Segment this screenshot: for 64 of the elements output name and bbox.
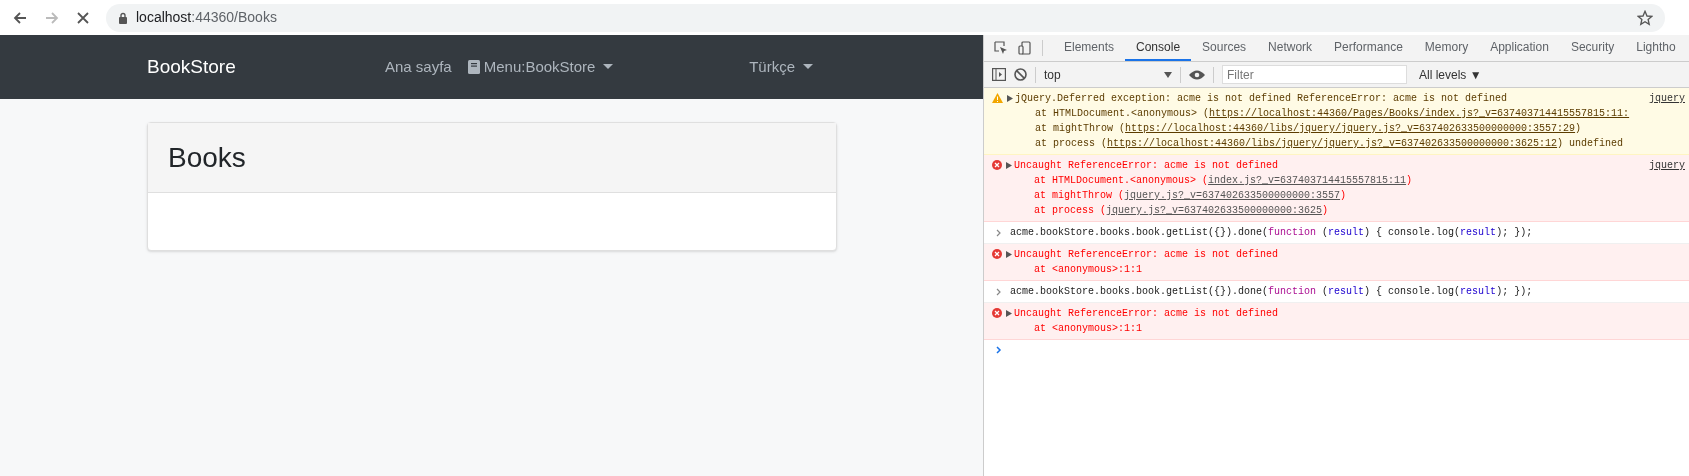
source-link[interactable]: jquery — [1649, 158, 1685, 173]
devtools-tab[interactable]: Lightho — [1625, 35, 1687, 61]
eye-icon[interactable] — [1189, 69, 1205, 80]
stack-line: at mightThrow (https://localhost:44360/libs/jquery/jquery.js?_v=637402633500000000:3557:29) — [1034, 122, 1583, 136]
levels-dropdown[interactable]: All levels ▼ — [1419, 65, 1482, 84]
error-icon — [992, 160, 1002, 170]
stop-icon[interactable] — [76, 10, 90, 25]
stack-line: at process (jquery.js?_v=637402633500000000:3625) — [1033, 204, 1330, 218]
command-text: acme.bookStore.books.book.getList({}).done(function (result) { console.log(result); }); — [1010, 226, 1533, 240]
stack-line: at <anonymous>:1:1 — [1033, 322, 1144, 336]
message-text: Uncaught ReferenceError: acme is not defined — [1014, 159, 1279, 173]
filter-field[interactable]: Filter — [1222, 65, 1407, 84]
nav-link[interactable]: Ana sayfa — [385, 55, 452, 79]
message-text: jQuery.Deferred exception: acme is not defined ReferenceError: acme is not defined — [1015, 92, 1508, 106]
stack-line: at process (https://localhost:44360/libs/jquery/jquery.js?_v=637402633500000000:3625:12) undefined — [1034, 137, 1625, 151]
prompt-chevron-icon[interactable] — [996, 346, 1002, 354]
stack-link[interactable]: https://localhost:44360/libs/jquery/jquery.js?_v=637402633500000000:3557:29 — [1125, 123, 1576, 134]
context-select[interactable]: top — [1044, 65, 1172, 84]
command-text: acme.bookStore.books.book.getList({}).done(function (result) { console.log(result); }); — [1010, 285, 1533, 299]
sidebar-toggle-icon[interactable] — [992, 68, 1006, 81]
source-link[interactable]: jquery — [1649, 91, 1685, 106]
stack-link[interactable]: jquery.js?_v=637402633500000000:3625 — [1106, 205, 1323, 216]
message-text: Uncaught ReferenceError: acme is not defined — [1014, 307, 1279, 321]
message-text: Uncaught ReferenceError: acme is not defined — [1014, 248, 1279, 262]
inspect-icon[interactable] — [994, 41, 1008, 55]
expand-triangle-icon[interactable] — [1006, 251, 1012, 258]
stack-line: at HTMLDocument.<anonymous> (index.js?_v=637403714415557815:11) — [1033, 174, 1414, 188]
caret-icon — [803, 64, 813, 70]
star-icon[interactable] — [1637, 9, 1653, 26]
expand-triangle-icon[interactable] — [1006, 162, 1012, 169]
expand-triangle-icon[interactable] — [1006, 310, 1012, 317]
warning-icon — [992, 93, 1003, 103]
devtools-tab[interactable]: Performance — [1323, 35, 1414, 61]
caret-icon — [1164, 71, 1172, 78]
clear-icon[interactable] — [1014, 68, 1027, 81]
stack-link[interactable]: https://localhost:44360/libs/jquery/jquery.js?_v=637402633500000000:3625:12 — [1107, 138, 1558, 149]
devtools-tab[interactable]: Application — [1479, 35, 1560, 61]
stack-link[interactable]: index.js?_v=637403714415557815:11 — [1208, 175, 1407, 186]
url-text: localhost:44360/Books — [136, 8, 277, 27]
devtools-tab[interactable]: Elements — [1053, 35, 1126, 61]
stack-link[interactable]: https://localhost:44360/Pages/Books/index.js?_v=637403714415557815:11: — [1209, 108, 1630, 119]
chevron-icon — [996, 288, 1002, 296]
card-title: Books — [168, 140, 246, 175]
error-icon — [992, 249, 1002, 259]
stack-line: at HTMLDocument.<anonymous> (https://localhost:44360/Pages/Books/index.js?_v=637403714415557815:11: — [1034, 107, 1631, 121]
stack-link[interactable]: jquery.js?_v=637402633500000000:3557 — [1124, 190, 1341, 201]
language-dropdown[interactable]: Türkçe — [749, 55, 813, 79]
brand-link[interactable]: BookStore — [147, 52, 385, 82]
back-arrow-icon[interactable] — [12, 9, 28, 26]
error-icon — [992, 308, 1002, 318]
address-bar[interactable]: localhost:44360/Books — [106, 3, 1665, 32]
caret-icon — [603, 64, 614, 70]
devtools-tab[interactable]: Memory — [1413, 35, 1480, 61]
book-icon — [467, 60, 480, 74]
stack-line: at <anonymous>:1:1 — [1033, 263, 1144, 277]
nav-link[interactable]: Menu:BookStore — [467, 55, 614, 79]
devtools-tab[interactable]: Sources — [1191, 35, 1258, 61]
device-icon[interactable] — [1018, 41, 1032, 55]
devtools-tab[interactable]: Network — [1257, 35, 1324, 61]
lock-icon — [118, 11, 128, 24]
expand-triangle-icon[interactable] — [1007, 95, 1013, 102]
chevron-icon — [996, 229, 1002, 237]
devtools-tab[interactable]: Security — [1559, 35, 1626, 61]
stack-line: at mightThrow (jquery.js?_v=637402633500000000:3557) — [1033, 189, 1348, 203]
